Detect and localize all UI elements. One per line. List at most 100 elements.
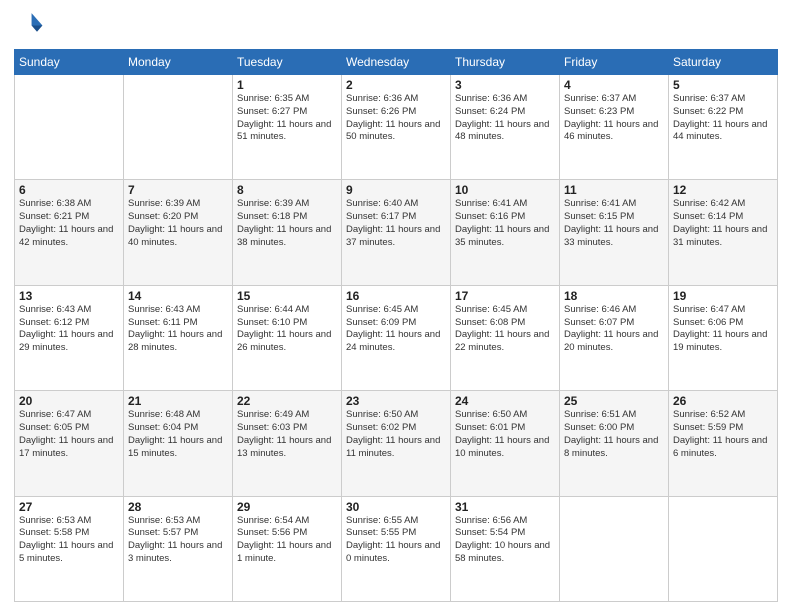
weekday-monday: Monday <box>124 50 233 75</box>
day-number: 26 <box>673 394 773 408</box>
week-row-1: 6Sunrise: 6:38 AM Sunset: 6:21 PM Daylig… <box>15 180 778 285</box>
day-info: Sunrise: 6:39 AM Sunset: 6:18 PM Dayligh… <box>237 198 337 249</box>
day-info: Sunrise: 6:53 AM Sunset: 5:57 PM Dayligh… <box>128 515 228 566</box>
day-info: Sunrise: 6:42 AM Sunset: 6:14 PM Dayligh… <box>673 198 773 249</box>
day-info: Sunrise: 6:53 AM Sunset: 5:58 PM Dayligh… <box>19 515 119 566</box>
day-number: 24 <box>455 394 555 408</box>
calendar-cell: 13Sunrise: 6:43 AM Sunset: 6:12 PM Dayli… <box>15 285 124 390</box>
header <box>14 10 778 43</box>
logo <box>14 10 44 43</box>
day-number: 19 <box>673 289 773 303</box>
calendar-cell: 8Sunrise: 6:39 AM Sunset: 6:18 PM Daylig… <box>233 180 342 285</box>
calendar-cell: 26Sunrise: 6:52 AM Sunset: 5:59 PM Dayli… <box>669 391 778 496</box>
calendar-cell: 1Sunrise: 6:35 AM Sunset: 6:27 PM Daylig… <box>233 75 342 180</box>
weekday-thursday: Thursday <box>451 50 560 75</box>
day-number: 17 <box>455 289 555 303</box>
week-row-2: 13Sunrise: 6:43 AM Sunset: 6:12 PM Dayli… <box>15 285 778 390</box>
calendar-cell <box>560 496 669 601</box>
week-row-0: 1Sunrise: 6:35 AM Sunset: 6:27 PM Daylig… <box>15 75 778 180</box>
day-number: 6 <box>19 183 119 197</box>
calendar-cell: 14Sunrise: 6:43 AM Sunset: 6:11 PM Dayli… <box>124 285 233 390</box>
calendar-cell <box>124 75 233 180</box>
day-info: Sunrise: 6:38 AM Sunset: 6:21 PM Dayligh… <box>19 198 119 249</box>
weekday-sunday: Sunday <box>15 50 124 75</box>
day-info: Sunrise: 6:36 AM Sunset: 6:26 PM Dayligh… <box>346 93 446 144</box>
day-number: 21 <box>128 394 228 408</box>
calendar-cell: 23Sunrise: 6:50 AM Sunset: 6:02 PM Dayli… <box>342 391 451 496</box>
calendar-cell: 25Sunrise: 6:51 AM Sunset: 6:00 PM Dayli… <box>560 391 669 496</box>
day-number: 18 <box>564 289 664 303</box>
calendar-cell <box>669 496 778 601</box>
calendar-cell: 28Sunrise: 6:53 AM Sunset: 5:57 PM Dayli… <box>124 496 233 601</box>
day-info: Sunrise: 6:45 AM Sunset: 6:08 PM Dayligh… <box>455 304 555 355</box>
day-info: Sunrise: 6:40 AM Sunset: 6:17 PM Dayligh… <box>346 198 446 249</box>
calendar-cell: 15Sunrise: 6:44 AM Sunset: 6:10 PM Dayli… <box>233 285 342 390</box>
day-number: 27 <box>19 500 119 514</box>
weekday-saturday: Saturday <box>669 50 778 75</box>
calendar-cell: 24Sunrise: 6:50 AM Sunset: 6:01 PM Dayli… <box>451 391 560 496</box>
day-number: 14 <box>128 289 228 303</box>
calendar-cell: 27Sunrise: 6:53 AM Sunset: 5:58 PM Dayli… <box>15 496 124 601</box>
day-number: 25 <box>564 394 664 408</box>
day-number: 13 <box>19 289 119 303</box>
day-info: Sunrise: 6:47 AM Sunset: 6:06 PM Dayligh… <box>673 304 773 355</box>
day-info: Sunrise: 6:55 AM Sunset: 5:55 PM Dayligh… <box>346 515 446 566</box>
day-number: 22 <box>237 394 337 408</box>
day-number: 10 <box>455 183 555 197</box>
calendar-cell: 16Sunrise: 6:45 AM Sunset: 6:09 PM Dayli… <box>342 285 451 390</box>
day-number: 23 <box>346 394 446 408</box>
calendar-cell: 2Sunrise: 6:36 AM Sunset: 6:26 PM Daylig… <box>342 75 451 180</box>
weekday-friday: Friday <box>560 50 669 75</box>
day-info: Sunrise: 6:49 AM Sunset: 6:03 PM Dayligh… <box>237 409 337 460</box>
day-info: Sunrise: 6:56 AM Sunset: 5:54 PM Dayligh… <box>455 515 555 566</box>
day-info: Sunrise: 6:45 AM Sunset: 6:09 PM Dayligh… <box>346 304 446 355</box>
day-number: 28 <box>128 500 228 514</box>
day-number: 12 <box>673 183 773 197</box>
day-info: Sunrise: 6:41 AM Sunset: 6:15 PM Dayligh… <box>564 198 664 249</box>
calendar-cell: 6Sunrise: 6:38 AM Sunset: 6:21 PM Daylig… <box>15 180 124 285</box>
calendar-cell: 4Sunrise: 6:37 AM Sunset: 6:23 PM Daylig… <box>560 75 669 180</box>
day-number: 5 <box>673 78 773 92</box>
calendar-cell: 19Sunrise: 6:47 AM Sunset: 6:06 PM Dayli… <box>669 285 778 390</box>
calendar-table: SundayMondayTuesdayWednesdayThursdayFrid… <box>14 49 778 602</box>
day-number: 30 <box>346 500 446 514</box>
day-info: Sunrise: 6:48 AM Sunset: 6:04 PM Dayligh… <box>128 409 228 460</box>
calendar-cell: 30Sunrise: 6:55 AM Sunset: 5:55 PM Dayli… <box>342 496 451 601</box>
day-number: 11 <box>564 183 664 197</box>
day-number: 4 <box>564 78 664 92</box>
calendar-cell: 3Sunrise: 6:36 AM Sunset: 6:24 PM Daylig… <box>451 75 560 180</box>
calendar-cell: 21Sunrise: 6:48 AM Sunset: 6:04 PM Dayli… <box>124 391 233 496</box>
weekday-header-row: SundayMondayTuesdayWednesdayThursdayFrid… <box>15 50 778 75</box>
day-info: Sunrise: 6:50 AM Sunset: 6:01 PM Dayligh… <box>455 409 555 460</box>
calendar-cell: 31Sunrise: 6:56 AM Sunset: 5:54 PM Dayli… <box>451 496 560 601</box>
day-info: Sunrise: 6:37 AM Sunset: 6:22 PM Dayligh… <box>673 93 773 144</box>
day-number: 16 <box>346 289 446 303</box>
calendar-cell: 9Sunrise: 6:40 AM Sunset: 6:17 PM Daylig… <box>342 180 451 285</box>
day-info: Sunrise: 6:36 AM Sunset: 6:24 PM Dayligh… <box>455 93 555 144</box>
calendar-cell: 18Sunrise: 6:46 AM Sunset: 6:07 PM Dayli… <box>560 285 669 390</box>
day-number: 20 <box>19 394 119 408</box>
day-number: 3 <box>455 78 555 92</box>
calendar-cell: 11Sunrise: 6:41 AM Sunset: 6:15 PM Dayli… <box>560 180 669 285</box>
weekday-tuesday: Tuesday <box>233 50 342 75</box>
calendar-cell: 12Sunrise: 6:42 AM Sunset: 6:14 PM Dayli… <box>669 180 778 285</box>
day-info: Sunrise: 6:51 AM Sunset: 6:00 PM Dayligh… <box>564 409 664 460</box>
day-info: Sunrise: 6:39 AM Sunset: 6:20 PM Dayligh… <box>128 198 228 249</box>
day-number: 15 <box>237 289 337 303</box>
day-info: Sunrise: 6:52 AM Sunset: 5:59 PM Dayligh… <box>673 409 773 460</box>
day-info: Sunrise: 6:46 AM Sunset: 6:07 PM Dayligh… <box>564 304 664 355</box>
calendar-cell: 5Sunrise: 6:37 AM Sunset: 6:22 PM Daylig… <box>669 75 778 180</box>
day-number: 29 <box>237 500 337 514</box>
day-number: 7 <box>128 183 228 197</box>
day-info: Sunrise: 6:43 AM Sunset: 6:12 PM Dayligh… <box>19 304 119 355</box>
calendar-cell: 22Sunrise: 6:49 AM Sunset: 6:03 PM Dayli… <box>233 391 342 496</box>
day-info: Sunrise: 6:43 AM Sunset: 6:11 PM Dayligh… <box>128 304 228 355</box>
week-row-4: 27Sunrise: 6:53 AM Sunset: 5:58 PM Dayli… <box>15 496 778 601</box>
calendar-cell <box>15 75 124 180</box>
day-info: Sunrise: 6:41 AM Sunset: 6:16 PM Dayligh… <box>455 198 555 249</box>
day-info: Sunrise: 6:35 AM Sunset: 6:27 PM Dayligh… <box>237 93 337 144</box>
calendar-cell: 29Sunrise: 6:54 AM Sunset: 5:56 PM Dayli… <box>233 496 342 601</box>
day-info: Sunrise: 6:44 AM Sunset: 6:10 PM Dayligh… <box>237 304 337 355</box>
day-number: 31 <box>455 500 555 514</box>
day-number: 9 <box>346 183 446 197</box>
